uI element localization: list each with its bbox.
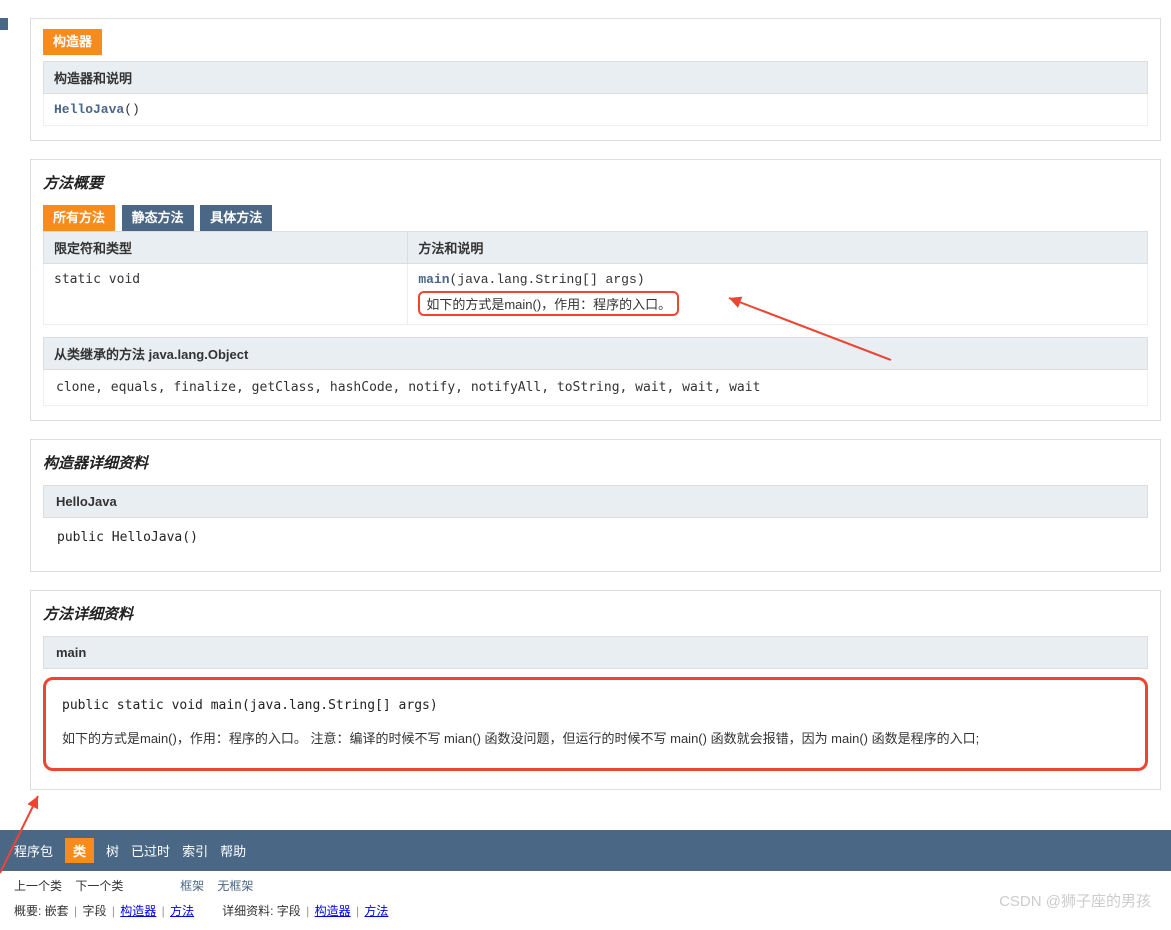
bottom-nav-类[interactable]: 类 (65, 838, 94, 863)
inherited-methods-header: 从类继承的方法 java.lang.Object (43, 337, 1148, 370)
col-modifier-type: 限定符和类型 (44, 232, 408, 264)
modifier-text: static void (54, 272, 140, 287)
constructor-signature: public HelloJava() (43, 518, 1148, 557)
tab-all-methods[interactable]: 所有方法 (43, 205, 115, 231)
method-detail-header: main (43, 636, 1148, 669)
constructor-link-hellojava[interactable]: HelloJava (54, 102, 124, 117)
summary-link-构造器[interactable]: 构造器 (120, 904, 156, 918)
method-summary-title: 方法概要 (43, 172, 1148, 193)
noframes-link[interactable]: 无框架 (217, 879, 253, 893)
bottom-nav-索引[interactable]: 索引 (182, 841, 208, 860)
method-detail-panel: 方法详细资料 main public static void main(java… (30, 590, 1161, 790)
bottom-nav-帮助[interactable]: 帮助 (220, 841, 246, 860)
tab-constructors[interactable]: 构造器 (43, 29, 102, 55)
summary-link-方法[interactable]: 方法 (170, 904, 194, 918)
sub-nav-bar: 上一个类 下一个类 框架 无框架 (0, 871, 1161, 898)
constructor-detail-title: 构造器详细资料 (43, 452, 1148, 473)
bottom-nav-树[interactable]: 树 (106, 841, 119, 860)
constructor-detail-panel: 构造器详细资料 HelloJava public HelloJava() (30, 439, 1161, 572)
method-detail-title: 方法详细资料 (43, 603, 1148, 624)
bottom-nav-程序包[interactable]: 程序包 (14, 841, 53, 860)
constructors-col-header: 构造器和说明 (44, 62, 1148, 94)
method-sig-params: (java.lang.String[] args) (450, 272, 645, 287)
prev-class-link[interactable]: 上一个类 (14, 879, 62, 893)
method-detail-callout: public static void main(java.lang.String… (43, 677, 1148, 771)
summary-link-方法[interactable]: 方法 (364, 904, 388, 918)
constructors-panel: 构造器 构造器和说明 HelloJava() (30, 18, 1161, 141)
summary-link-构造器[interactable]: 构造器 (315, 904, 351, 918)
summary-line: 概要: 嵌套 | 字段 | 构造器 | 方法详细资料: 字段 | 构造器 | 方… (0, 898, 1161, 923)
inherited-methods-list: clone, equals, finalize, getClass, hashC… (43, 370, 1148, 406)
method-detail-signature: public static void main(java.lang.String… (62, 694, 1129, 727)
tab-concrete-methods[interactable]: 具体方法 (200, 205, 272, 231)
tab-static-methods[interactable]: 静态方法 (122, 205, 194, 231)
method-link-main[interactable]: main (418, 272, 449, 287)
constructor-parens: () (124, 102, 140, 117)
method-desc-callout: 如下的方式是main()，作用：程序的入口。 (418, 291, 679, 316)
method-summary-panel: 方法概要 所有方法 静态方法 具体方法 限定符和类型 方法和说明 static … (30, 159, 1161, 421)
bottom-nav-已过时[interactable]: 已过时 (131, 841, 170, 860)
col-method-desc: 方法和说明 (408, 232, 1148, 264)
method-detail-description: 如下的方式是main()，作用：程序的入口。 注意：编译的时候不写 mian()… (62, 727, 1129, 750)
left-stripe (0, 18, 8, 30)
method-row: static void main(java.lang.String[] args… (44, 264, 1148, 325)
bottom-nav-bar: 程序包类树已过时索引帮助 (0, 830, 1171, 871)
constructor-detail-header: HelloJava (43, 485, 1148, 518)
next-class-link[interactable]: 下一个类 (75, 879, 123, 893)
frames-link[interactable]: 框架 (180, 879, 204, 893)
